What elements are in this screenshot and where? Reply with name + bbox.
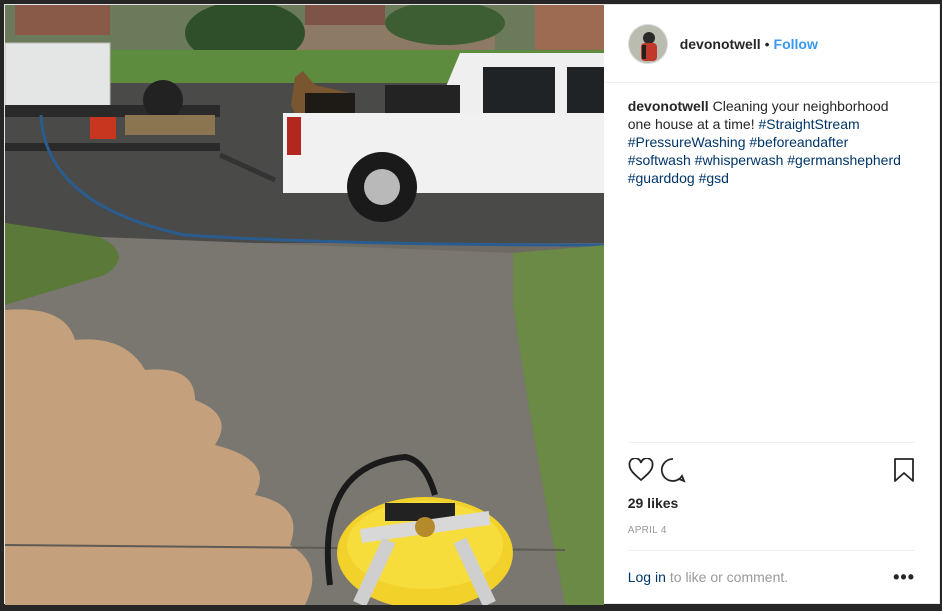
post-photo[interactable]	[5, 5, 604, 605]
avatar-image	[628, 24, 667, 63]
comment-login-row: Log in to like or comment. •••	[627, 550, 915, 603]
post-sidebar: devonotwell • Follow devonotwell Cleaning…	[603, 5, 939, 603]
heart-icon	[628, 458, 654, 482]
hashtag-link[interactable]: #guarddog	[628, 170, 695, 186]
caption-username-link[interactable]: devonotwell	[628, 98, 709, 114]
hashtag-link[interactable]: #softwash	[628, 152, 691, 168]
comment-icon	[660, 458, 686, 483]
driveway-photo-illustration	[5, 5, 604, 605]
follow-button[interactable]: Follow	[774, 36, 818, 52]
avatar[interactable]	[627, 23, 668, 64]
hashtag-link[interactable]: #StraightStream	[758, 116, 859, 132]
instagram-post: devonotwell • Follow devonotwell Cleaning…	[4, 4, 940, 605]
comment-prompt: to like or comment.	[669, 569, 789, 585]
save-button[interactable]	[883, 454, 915, 486]
post-caption: devonotwell Cleaning your neighborhood on…	[604, 83, 939, 442]
more-options-icon[interactable]: •••	[893, 567, 915, 588]
action-bar	[627, 442, 915, 489]
separator-dot: •	[764, 35, 770, 52]
hashtag-link[interactable]: #PressureWashing	[628, 134, 746, 150]
hashtag-link[interactable]: #germanshepherd	[787, 152, 901, 168]
hashtag-link[interactable]: #whisperwash	[695, 152, 784, 168]
like-button[interactable]	[628, 454, 660, 486]
post-header: devonotwell • Follow	[603, 5, 939, 83]
bookmark-icon	[894, 458, 914, 482]
username-link[interactable]: devonotwell	[680, 36, 761, 52]
likes-count[interactable]: 29 likes	[604, 489, 939, 511]
login-link[interactable]: Log in	[628, 569, 666, 585]
post-date[interactable]: APRIL 4	[604, 511, 939, 536]
hashtag-link[interactable]: #gsd	[699, 170, 729, 186]
comment-button[interactable]	[660, 454, 692, 486]
hashtag-link[interactable]: #beforeandafter	[749, 134, 848, 150]
